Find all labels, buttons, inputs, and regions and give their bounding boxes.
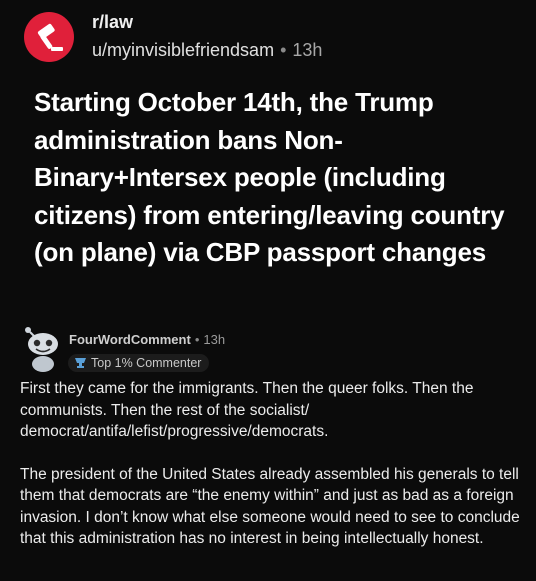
comment-author[interactable]: FourWordComment (69, 332, 191, 347)
commenter-badge: Top 1% Commenter (68, 354, 210, 372)
post-title[interactable]: Starting October 14th, the Trump adminis… (34, 84, 524, 272)
meta-separator: • (280, 40, 287, 60)
badge-label: Top 1% Commenter (91, 356, 202, 370)
gavel-icon[interactable] (24, 12, 74, 62)
comment-body: First they came for the immigrants. Then… (20, 378, 520, 571)
comment-author-line: FourWordComment • 13h (69, 332, 225, 347)
subreddit-name[interactable]: r/law (92, 12, 133, 33)
comment-age: 13h (203, 332, 226, 347)
comment-separator: • (194, 332, 200, 347)
post-author[interactable]: u/myinvisiblefriendsam (92, 40, 274, 60)
comment-header: FourWordComment • 13h Top 1% Commenter (20, 324, 520, 376)
post-meta: u/myinvisiblefriendsam • 13h (92, 40, 322, 61)
comment-paragraph: First they came for the immigrants. Then… (20, 380, 474, 440)
snoo-avatar-icon[interactable] (20, 324, 66, 372)
post-age: 13h (292, 40, 323, 60)
comment-paragraph: The president of the United States alrea… (20, 465, 520, 548)
trophy-icon (74, 356, 87, 371)
post-header: r/law u/myinvisiblefriendsam • 13h (22, 8, 522, 62)
